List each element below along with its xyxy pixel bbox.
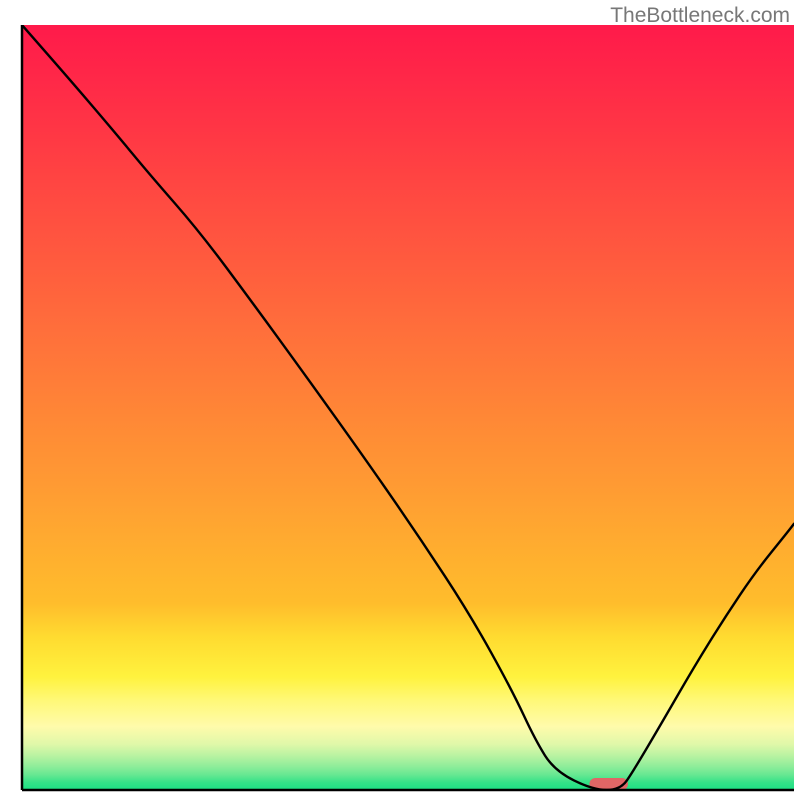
chart-container: TheBottleneck.com	[0, 0, 800, 800]
plot-background	[22, 25, 794, 790]
plot-group	[22, 25, 794, 790]
bottleneck-chart	[0, 0, 800, 800]
watermark-text: TheBottleneck.com	[610, 4, 790, 28]
